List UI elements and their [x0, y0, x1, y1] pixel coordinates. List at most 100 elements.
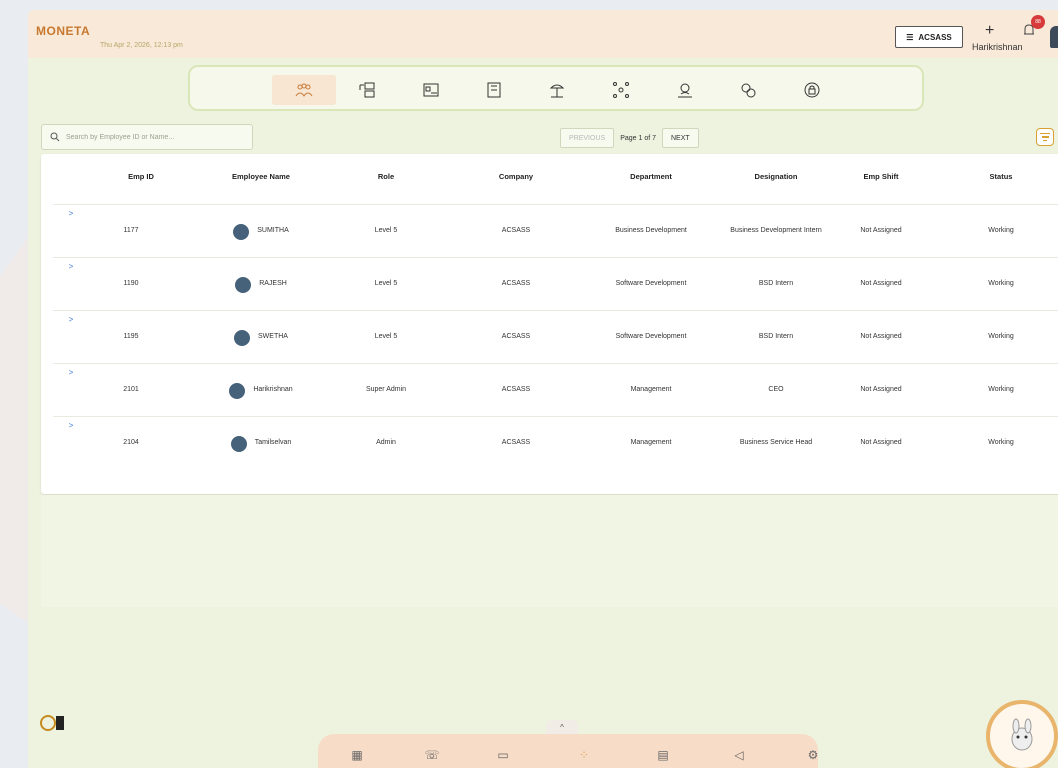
previous-button[interactable]: PREVIOUS	[560, 128, 615, 148]
apps-icon[interactable]: ⁘	[575, 746, 593, 764]
avatar	[229, 382, 246, 399]
employee-name: Tamilselvan	[254, 439, 292, 447]
company-cell: ACSASS	[501, 439, 531, 447]
expand-row-icon[interactable]: >	[61, 417, 81, 435]
status-cell: Working	[988, 333, 1014, 341]
emp-id-cell: 1190	[123, 280, 139, 288]
status-cell: Working	[988, 227, 1014, 235]
table-row[interactable]: >2104 Tamilselvan Admin ACSASS Management Bus…	[53, 416, 1058, 469]
employee-name: SWETHA	[258, 333, 288, 341]
network-icon[interactable]	[604, 75, 638, 105]
employee-name-cell: Tamilselvan	[211, 417, 311, 470]
phone-icon[interactable]: ☏	[423, 746, 441, 764]
employee-name-cell: RAJESH	[211, 258, 311, 311]
payroll-icon[interactable]	[668, 75, 702, 105]
department-cell: Software Development	[615, 280, 687, 288]
bottom-dock: ▦ ☏ ▭ ⁘ ▤ ◁ ⚙	[318, 734, 818, 768]
avatar	[233, 223, 250, 240]
shift-cell: Not Assigned	[860, 333, 902, 341]
company-cell: ACSASS	[501, 386, 531, 394]
designation-cell: Business Development Intern	[730, 227, 822, 235]
plus-icon[interactable]: +	[985, 22, 994, 40]
designation-cell: Business Service Head	[739, 439, 813, 447]
filter-icon[interactable]	[1036, 128, 1054, 146]
employee-table: Emp ID Employee Name Role Company Depart…	[41, 154, 1058, 494]
role-cell: Super Admin	[365, 386, 407, 394]
expand-row-icon[interactable]: >	[61, 364, 81, 382]
designation-cell: BSD Intern	[758, 280, 794, 288]
avatar	[235, 276, 252, 293]
column-role: Role	[377, 172, 395, 181]
user-avatar[interactable]	[1050, 26, 1058, 48]
role-cell: Level 5	[374, 333, 398, 341]
search-input[interactable]	[66, 133, 246, 141]
expand-row-icon[interactable]: >	[61, 258, 81, 276]
emp-id-cell: 1195	[123, 333, 139, 341]
department-cell: Software Development	[615, 333, 687, 341]
expand-row-icon[interactable]: >	[61, 311, 81, 329]
user-name: Harikrishnan	[972, 42, 1023, 52]
module-navigation	[188, 65, 924, 111]
table-header: Emp ID Employee Name Role Company Depart…	[41, 172, 1058, 202]
money-icon[interactable]	[731, 75, 765, 105]
avatar	[230, 435, 247, 452]
megaphone-icon[interactable]: ◁	[730, 746, 748, 764]
pagination: PREVIOUS Page 1 of 7 NEXT	[560, 128, 699, 148]
security-icon[interactable]	[795, 75, 829, 105]
emp-id-cell: 2104	[123, 439, 139, 447]
role-cell: Level 5	[374, 280, 398, 288]
settings-icon[interactable]: ⚙	[804, 746, 822, 764]
role-cell: Level 5	[374, 227, 398, 235]
filter-lines-icon: ☰	[906, 32, 914, 42]
status-cell: Working	[988, 386, 1014, 394]
table-row[interactable]: >2101 Harikrishnan Super Admin ACSASS Manage…	[53, 363, 1058, 416]
workflow-icon[interactable]	[351, 75, 385, 105]
employee-name: RAJESH	[259, 280, 287, 288]
company-cell: ACSASS	[501, 333, 531, 341]
column-status: Status	[989, 172, 1013, 181]
shift-cell: Not Assigned	[860, 439, 902, 447]
employees-icon[interactable]	[272, 75, 336, 105]
building-icon[interactable]	[477, 75, 511, 105]
app-logo: MONETA	[36, 24, 91, 38]
expand-row-icon[interactable]: >	[61, 205, 81, 223]
emp-id-cell: 1177	[123, 227, 139, 235]
designation-cell: BSD Intern	[758, 333, 794, 341]
table-row[interactable]: >1177 SUMITHA Level 5 ACSASS Business Develo…	[53, 204, 1058, 257]
column-emp-id: Emp ID	[128, 172, 154, 181]
emp-id-cell: 2101	[123, 386, 139, 394]
shift-cell: Not Assigned	[860, 280, 902, 288]
dashboard-icon[interactable]: ▦	[348, 746, 366, 764]
current-datetime: Thu Apr 2, 2026, 12:13 pm	[100, 42, 183, 49]
column-company: Company	[498, 172, 534, 181]
department-cell: Management	[630, 439, 672, 447]
mascot-icon	[1011, 718, 1033, 751]
top-bar: MONETA Thu Apr 2, 2026, 12:13 pm ☰ ACSAS…	[28, 10, 1058, 58]
company-cell: ACSASS	[501, 280, 531, 288]
department-cell: Business Development	[615, 227, 687, 235]
table-row[interactable]: >1195 SWETHA Level 5 ACSASS Software Develop…	[53, 310, 1058, 363]
app-window: MONETA Thu Apr 2, 2026, 12:13 pm ☰ ACSAS…	[28, 10, 1058, 768]
dock-toggle[interactable]: ^	[546, 720, 578, 734]
next-button[interactable]: NEXT	[662, 128, 699, 148]
column-emp-shift: Emp Shift	[863, 172, 899, 181]
video-icon[interactable]: ▭	[494, 746, 512, 764]
status-cell: Working	[988, 280, 1014, 288]
company-logo-icon	[40, 715, 64, 731]
employee-search[interactable]	[41, 124, 253, 150]
employee-name: Harikrishnan	[253, 386, 293, 394]
search-icon	[50, 132, 60, 142]
holiday-icon[interactable]	[540, 75, 574, 105]
company-cell: ACSASS	[501, 227, 531, 235]
shift-cell: Not Assigned	[860, 386, 902, 394]
shift-cell: Not Assigned	[860, 227, 902, 235]
employee-name-cell: Harikrishnan	[211, 364, 311, 417]
document-icon[interactable]: ▤	[654, 746, 672, 764]
company-filter-button[interactable]: ☰ ACSASS	[895, 26, 963, 48]
table-row[interactable]: >1190 RAJESH Level 5 ACSASS Software Develop…	[53, 257, 1058, 310]
avatar	[234, 329, 251, 346]
employee-name: SUMITHA	[257, 227, 289, 235]
id-card-icon[interactable]	[414, 75, 448, 105]
role-cell: Admin	[376, 439, 396, 447]
mascot-avatar[interactable]	[986, 700, 1058, 768]
